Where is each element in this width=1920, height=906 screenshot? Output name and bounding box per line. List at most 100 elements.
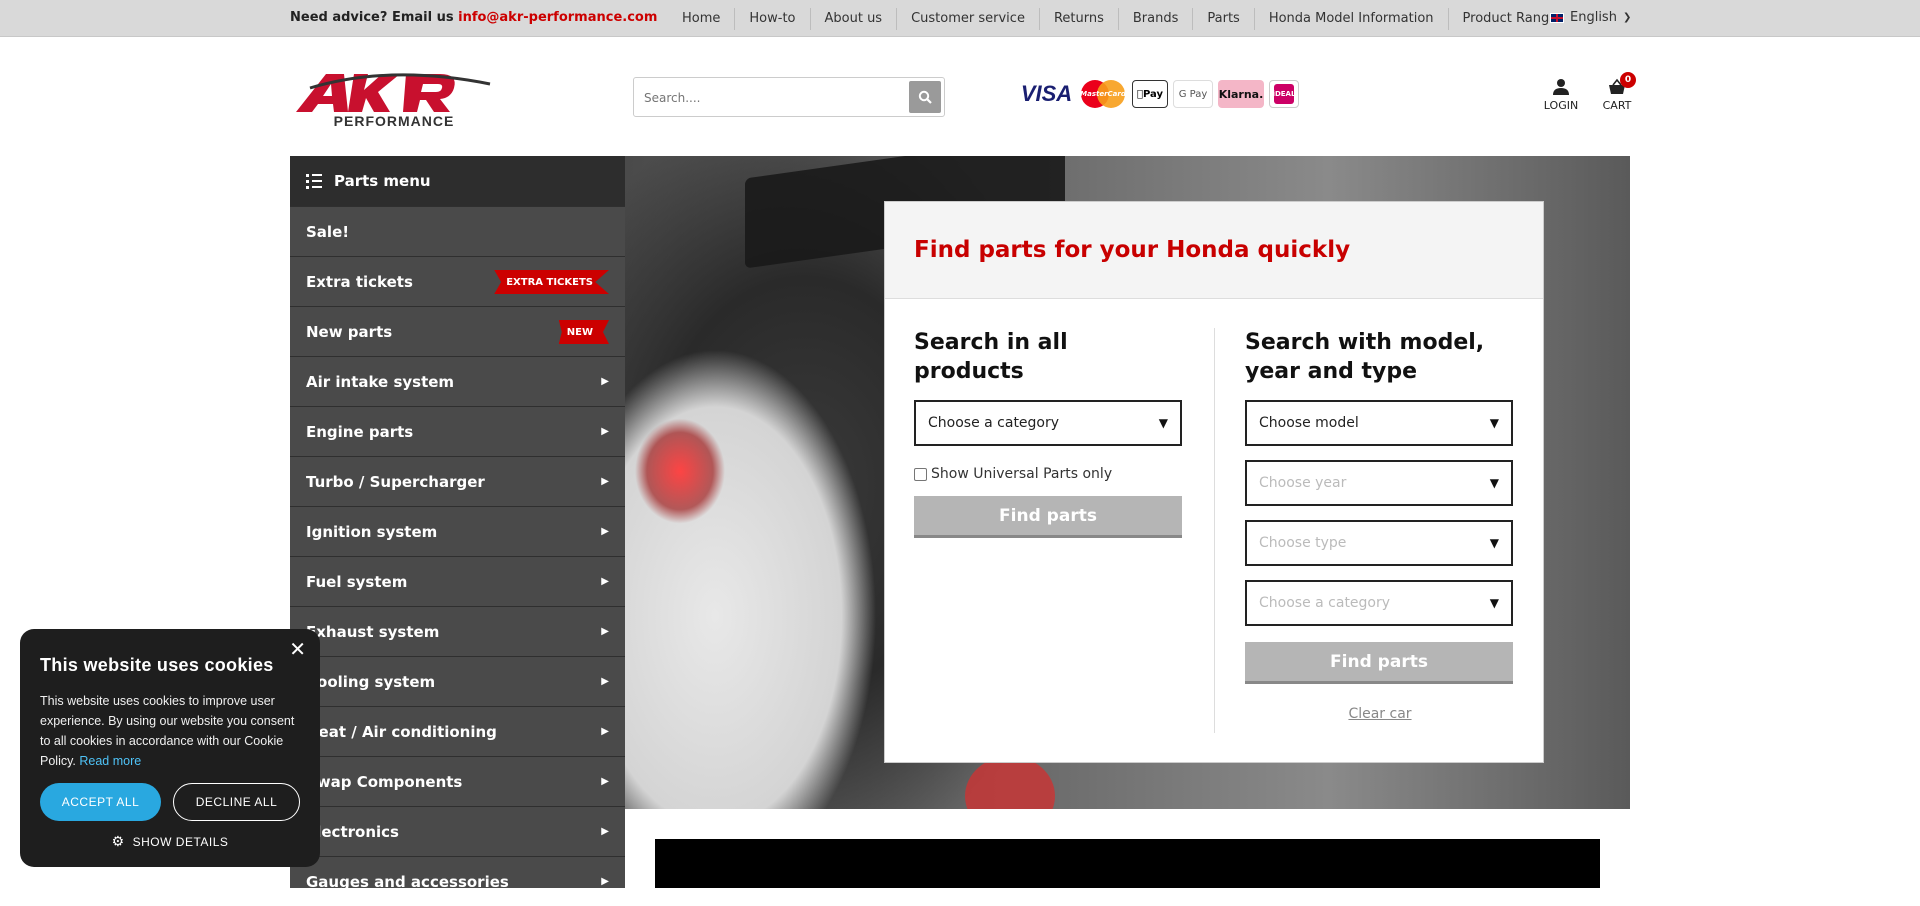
cart-count-badge: 0 bbox=[1620, 72, 1636, 88]
sidebar-item-label: Swap Components bbox=[306, 772, 463, 791]
sidebar-item-fuel[interactable]: Fuel system ▶ bbox=[290, 556, 625, 606]
show-details-button[interactable]: ⚙ SHOW DETAILS bbox=[40, 833, 300, 850]
sidebar-item-engine-parts[interactable]: Engine parts ▶ bbox=[290, 406, 625, 456]
cart-button[interactable]: 0 CART bbox=[1600, 72, 1636, 112]
sidebar-item-sale[interactable]: Sale! bbox=[290, 206, 625, 256]
mastercard-logo: MasterCard bbox=[1079, 80, 1127, 108]
sidebar-item-label: Air intake system bbox=[306, 372, 455, 391]
search-input[interactable] bbox=[644, 88, 894, 108]
language-selector[interactable]: English ❯ bbox=[1550, 10, 1631, 25]
clear-car-link[interactable]: Clear car bbox=[1245, 706, 1515, 722]
search-button[interactable] bbox=[909, 81, 941, 113]
find-parts-by-model-button[interactable]: Find parts bbox=[1245, 642, 1513, 684]
klarna-logo: Klarna. bbox=[1218, 80, 1264, 108]
uk-flag-icon bbox=[1550, 12, 1564, 23]
sidebar-item-extra-tickets[interactable]: Extra tickets EXTRA TICKETS bbox=[290, 256, 625, 306]
sidebar-item-label: Turbo / Supercharger bbox=[306, 472, 485, 491]
type-select[interactable]: Choose type ▼ bbox=[1245, 520, 1513, 566]
sidebar-item-heat-air[interactable]: Heat / Air conditioning ▶ bbox=[290, 706, 625, 756]
sidebar-item-label: Cooling system bbox=[306, 672, 436, 691]
login-label: LOGIN bbox=[1543, 99, 1579, 112]
visa-logo: VISA bbox=[1020, 81, 1073, 106]
apple-pay-text: Pay bbox=[1139, 88, 1163, 100]
decline-all-button[interactable]: DECLINE ALL bbox=[173, 783, 300, 821]
caret-right-icon: ▶ bbox=[601, 726, 609, 737]
sidebar-item-cooling[interactable]: Cooling system ▶ bbox=[290, 656, 625, 706]
model-select[interactable]: Choose model ▼ bbox=[1245, 400, 1513, 446]
category-select[interactable]: Choose a category ▼ bbox=[914, 400, 1182, 446]
search-all-products: Search in all products Choose a category… bbox=[914, 328, 1184, 538]
top-bar: Need advice? Email us info@akr-performan… bbox=[0, 0, 1920, 37]
year-select[interactable]: Choose year ▼ bbox=[1245, 460, 1513, 506]
caret-right-icon: ▶ bbox=[601, 576, 609, 587]
login-button[interactable]: LOGIN bbox=[1543, 78, 1579, 112]
universal-parts-checkbox[interactable] bbox=[914, 467, 927, 481]
sidebar-item-swap[interactable]: Swap Components ▶ bbox=[290, 756, 625, 806]
nav-parts[interactable]: Parts bbox=[1193, 8, 1255, 30]
sidebar-item-label: Extra tickets bbox=[306, 272, 413, 291]
nav-honda-model-information[interactable]: Honda Model Information bbox=[1255, 8, 1449, 30]
caret-down-icon: ▼ bbox=[1489, 536, 1499, 550]
sidebar-item-label: Heat / Air conditioning bbox=[306, 722, 497, 741]
parts-menu-header[interactable]: Parts menu bbox=[290, 156, 625, 206]
caret-down-icon: ▼ bbox=[1489, 596, 1499, 610]
sidebar-item-new-parts[interactable]: New parts NEW bbox=[290, 306, 625, 356]
universal-parts-label: Show Universal Parts only bbox=[931, 466, 1113, 482]
caret-right-icon: ▶ bbox=[601, 826, 609, 837]
nav-about-us[interactable]: About us bbox=[811, 8, 898, 30]
caret-down-icon: ▼ bbox=[1158, 416, 1168, 430]
sidebar-item-gauges[interactable]: Gauges and accessories ▶ bbox=[290, 856, 625, 906]
type-select-value: Choose type bbox=[1259, 535, 1347, 551]
search-icon bbox=[918, 90, 932, 104]
video-embed[interactable] bbox=[655, 839, 1600, 888]
sidebar-item-label: Ignition system bbox=[306, 522, 438, 541]
language-label: English bbox=[1570, 10, 1617, 25]
search-by-model: Search with model, year and type Choose … bbox=[1245, 328, 1515, 722]
year-select-value: Choose year bbox=[1259, 475, 1347, 491]
sidebar-item-turbo[interactable]: Turbo / Supercharger ▶ bbox=[290, 456, 625, 506]
parts-finder-panel: Find parts for your Honda quickly Search… bbox=[884, 201, 1544, 763]
caret-right-icon: ▶ bbox=[601, 626, 609, 637]
akr-logo[interactable]: PERFORMANCE bbox=[290, 70, 498, 129]
accept-all-button[interactable]: ACCEPT ALL bbox=[40, 783, 162, 821]
sidebar-item-label: New parts bbox=[306, 322, 393, 341]
nav-returns[interactable]: Returns bbox=[1040, 8, 1119, 30]
site-search bbox=[633, 77, 945, 117]
sidebar-item-air-intake[interactable]: Air intake system ▶ bbox=[290, 356, 625, 406]
find-parts-button[interactable]: Find parts bbox=[914, 496, 1182, 538]
nav-home[interactable]: Home bbox=[668, 8, 736, 30]
column-divider bbox=[1214, 328, 1215, 733]
close-icon[interactable]: ✕ bbox=[289, 639, 306, 659]
extra-tickets-ribbon: EXTRA TICKETS bbox=[494, 270, 609, 294]
cookie-read-more-link[interactable]: Read more bbox=[79, 754, 141, 768]
sidebar-item-label: Engine parts bbox=[306, 422, 414, 441]
google-pay-logo: G Pay bbox=[1173, 80, 1213, 108]
sidebar-item-electronics[interactable]: Electronics ▶ bbox=[290, 806, 625, 856]
nav-brands[interactable]: Brands bbox=[1119, 8, 1194, 30]
caret-right-icon: ▶ bbox=[601, 876, 609, 887]
advice-text: Need advice? Email us info@akr-performan… bbox=[290, 10, 657, 25]
user-icon bbox=[1553, 79, 1569, 95]
sidebar-item-exhaust[interactable]: Exhaust system ▶ bbox=[290, 606, 625, 656]
universal-parts-option: Show Universal Parts only bbox=[914, 466, 1184, 482]
cookie-consent-popup: ✕ This website uses cookies This website… bbox=[20, 629, 320, 867]
cookie-description: This website uses cookies to improve use… bbox=[40, 691, 300, 771]
advice-email-link[interactable]: info@akr-performance.com bbox=[458, 10, 657, 25]
caret-right-icon: ▶ bbox=[601, 476, 609, 487]
cookie-buttons: ACCEPT ALL DECLINE ALL bbox=[40, 783, 300, 821]
finder-title: Find parts for your Honda quickly bbox=[914, 237, 1351, 263]
category-select-value: Choose a category bbox=[928, 415, 1060, 431]
caret-down-icon: ▼ bbox=[1489, 416, 1499, 430]
parts-menu-title: Parts menu bbox=[334, 172, 431, 190]
list-icon bbox=[306, 173, 322, 189]
payment-methods: VISA MasterCard Pay G Pay Klarna. iDEAL bbox=[1019, 80, 1299, 108]
ideal-logo: iDEAL bbox=[1269, 80, 1299, 108]
sidebar-item-ignition[interactable]: Ignition system ▶ bbox=[290, 506, 625, 556]
sidebar-item-label: Exhaust system bbox=[306, 622, 440, 641]
top-nav: Home How-to About us Customer service Re… bbox=[668, 8, 1571, 30]
search-all-title: Search in all products bbox=[914, 330, 1068, 384]
nav-customer-service[interactable]: Customer service bbox=[897, 8, 1040, 30]
nav-how-to[interactable]: How-to bbox=[735, 8, 811, 30]
model-category-select[interactable]: Choose a category ▼ bbox=[1245, 580, 1513, 626]
advice-prefix: Need advice? Email us bbox=[290, 10, 459, 25]
